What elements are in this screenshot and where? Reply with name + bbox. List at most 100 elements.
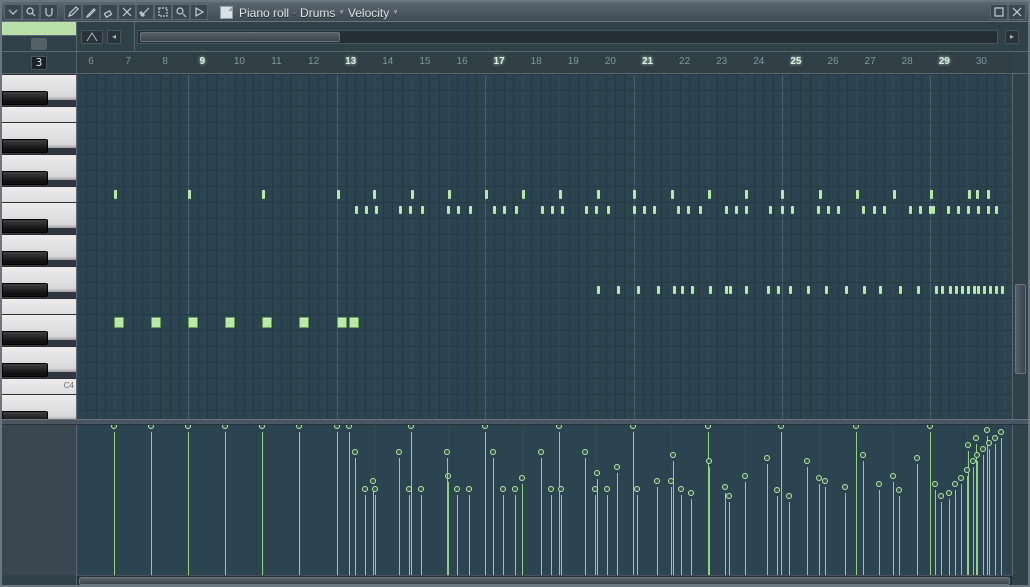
note[interactable] bbox=[995, 206, 998, 214]
velocity-handle[interactable] bbox=[592, 486, 598, 492]
note[interactable] bbox=[879, 286, 882, 294]
velocity-event[interactable] bbox=[595, 495, 596, 575]
note[interactable] bbox=[597, 286, 600, 294]
velocity-handle[interactable] bbox=[958, 475, 964, 481]
view-button[interactable] bbox=[22, 4, 40, 20]
note[interactable] bbox=[983, 286, 986, 294]
note[interactable] bbox=[957, 206, 960, 214]
horizontal-scrollbar[interactable] bbox=[77, 575, 1012, 585]
note[interactable] bbox=[699, 206, 702, 214]
velocity-handle[interactable] bbox=[722, 484, 728, 490]
velocity-event[interactable] bbox=[989, 449, 990, 575]
velocity-handle[interactable] bbox=[742, 473, 748, 479]
note[interactable] bbox=[595, 206, 598, 214]
note[interactable] bbox=[955, 286, 958, 294]
note[interactable] bbox=[725, 206, 728, 214]
velocity-handle[interactable] bbox=[654, 478, 660, 484]
note[interactable] bbox=[541, 206, 544, 214]
velocity-event[interactable] bbox=[541, 458, 542, 575]
velocity-event[interactable] bbox=[421, 495, 422, 575]
note[interactable] bbox=[515, 206, 518, 214]
note[interactable] bbox=[893, 190, 896, 199]
velocity-event[interactable] bbox=[729, 502, 730, 575]
velocity-event[interactable] bbox=[819, 484, 820, 575]
note[interactable] bbox=[769, 206, 772, 214]
note[interactable] bbox=[673, 286, 676, 294]
velocity-event[interactable] bbox=[457, 495, 458, 575]
velocity-handle[interactable] bbox=[406, 486, 412, 492]
note[interactable] bbox=[681, 286, 684, 294]
note[interactable] bbox=[607, 206, 610, 214]
velocity-handle[interactable] bbox=[482, 425, 488, 429]
velocity-event[interactable] bbox=[657, 487, 658, 575]
vertical-scrollbar[interactable] bbox=[1012, 74, 1028, 419]
note[interactable] bbox=[114, 317, 124, 328]
velocity-event[interactable] bbox=[409, 495, 410, 575]
velocity-event[interactable] bbox=[673, 461, 674, 575]
note[interactable] bbox=[949, 286, 952, 294]
velocity-handle[interactable] bbox=[986, 440, 992, 446]
black-key[interactable] bbox=[2, 91, 48, 105]
velocity-event[interactable] bbox=[1001, 438, 1002, 575]
menu-button[interactable] bbox=[4, 4, 22, 20]
velocity-event[interactable] bbox=[503, 495, 504, 575]
play-tool-button[interactable] bbox=[190, 4, 208, 20]
velocity-handle[interactable] bbox=[992, 435, 998, 441]
velocity-event[interactable] bbox=[709, 467, 710, 575]
velocity-event[interactable] bbox=[977, 461, 978, 575]
velocity-handle[interactable] bbox=[614, 464, 620, 470]
note[interactable] bbox=[977, 286, 980, 294]
paint-tool-button[interactable] bbox=[82, 4, 100, 20]
note[interactable] bbox=[493, 206, 496, 214]
note[interactable] bbox=[262, 317, 272, 328]
velocity-event[interactable] bbox=[825, 487, 826, 575]
black-key[interactable] bbox=[2, 139, 48, 153]
velocity-event[interactable] bbox=[691, 499, 692, 575]
velocity-handle[interactable] bbox=[538, 449, 544, 455]
velocity-handle[interactable] bbox=[630, 425, 636, 429]
note[interactable] bbox=[399, 206, 402, 214]
velocity-handle[interactable] bbox=[408, 425, 414, 429]
note[interactable] bbox=[977, 206, 980, 214]
note[interactable] bbox=[932, 206, 935, 214]
note[interactable] bbox=[691, 286, 694, 294]
black-key[interactable] bbox=[2, 219, 48, 233]
black-key[interactable] bbox=[2, 331, 48, 345]
velocity-event[interactable] bbox=[899, 496, 900, 575]
velocity-event[interactable] bbox=[299, 432, 300, 575]
note[interactable] bbox=[899, 286, 902, 294]
velocity-handle[interactable] bbox=[372, 486, 378, 492]
note[interactable] bbox=[967, 286, 970, 294]
note[interactable] bbox=[987, 206, 990, 214]
note[interactable] bbox=[522, 190, 525, 199]
velocity-handle[interactable] bbox=[778, 425, 784, 429]
velocity-editor[interactable] bbox=[77, 425, 1012, 575]
note[interactable] bbox=[767, 286, 770, 294]
velocity-event[interactable] bbox=[617, 473, 618, 575]
note[interactable] bbox=[448, 190, 451, 199]
note[interactable] bbox=[411, 190, 414, 199]
velocity-handle[interactable] bbox=[490, 449, 496, 455]
timeline-scrollbar[interactable] bbox=[137, 30, 998, 44]
note[interactable] bbox=[617, 286, 620, 294]
velocity-handle[interactable] bbox=[111, 425, 117, 429]
velocity-event[interactable] bbox=[637, 495, 638, 575]
velocity-handle[interactable] bbox=[500, 486, 506, 492]
velocity-event[interactable] bbox=[807, 467, 808, 575]
note[interactable] bbox=[1001, 286, 1004, 294]
velocity-event[interactable] bbox=[375, 495, 376, 575]
note[interactable] bbox=[825, 286, 828, 294]
note[interactable] bbox=[337, 190, 340, 199]
velocity-event[interactable] bbox=[930, 432, 931, 575]
velocity-event[interactable] bbox=[879, 490, 880, 575]
velocity-event[interactable] bbox=[681, 495, 682, 575]
note[interactable] bbox=[337, 317, 347, 328]
velocity-event[interactable] bbox=[789, 502, 790, 575]
note[interactable] bbox=[299, 317, 309, 328]
note[interactable] bbox=[421, 206, 424, 214]
note[interactable] bbox=[643, 206, 646, 214]
velocity-handle[interactable] bbox=[582, 449, 588, 455]
black-key[interactable] bbox=[2, 411, 48, 419]
velocity-handle[interactable] bbox=[148, 425, 154, 429]
note[interactable] bbox=[447, 206, 450, 214]
